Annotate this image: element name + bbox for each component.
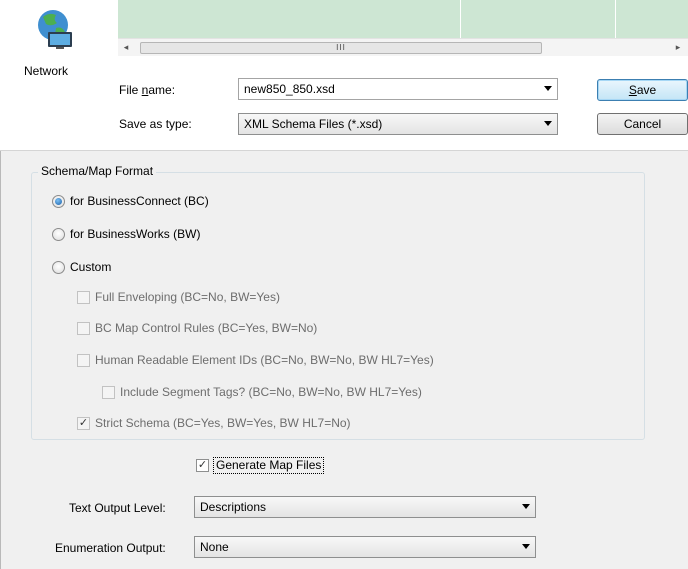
- save-button-label: ave: [636, 83, 657, 97]
- radio-label-businessconnect[interactable]: for BusinessConnect (BC): [70, 194, 209, 208]
- divider: [0, 151, 1, 569]
- network-icon[interactable]: [34, 8, 76, 50]
- checkbox-label-human-readable-ids[interactable]: Human Readable Element IDs (BC=No, BW=No…: [95, 353, 434, 367]
- cancel-button[interactable]: Cancel: [597, 113, 688, 135]
- scroll-right-icon[interactable]: ▸: [670, 39, 686, 56]
- checkbox-label-generate-map-files[interactable]: Generate Map Files: [213, 457, 325, 474]
- scroll-left-icon[interactable]: ◂: [118, 39, 134, 56]
- file-name-label-prefix: File: [119, 83, 142, 97]
- save-button[interactable]: Save: [597, 79, 688, 101]
- divider: [0, 150, 688, 151]
- chevron-down-icon: [522, 504, 530, 509]
- enumeration-output-select[interactable]: None: [194, 536, 536, 558]
- text-output-level-select[interactable]: Descriptions: [194, 496, 536, 518]
- group-title: Schema/Map Format: [38, 164, 157, 178]
- checkbox-generate-map-files[interactable]: ✓: [196, 459, 209, 472]
- horizontal-scrollbar[interactable]: ◂ III ▸: [118, 38, 688, 56]
- radio-businessconnect[interactable]: [52, 195, 65, 208]
- column-separator[interactable]: [460, 0, 461, 38]
- checkbox-full-enveloping[interactable]: [77, 291, 90, 304]
- scroll-thumb[interactable]: III: [140, 42, 542, 54]
- column-separator[interactable]: [615, 0, 616, 38]
- checkbox-include-segment-tags[interactable]: [102, 386, 115, 399]
- chevron-down-icon[interactable]: [544, 86, 552, 91]
- chevron-down-icon: [522, 544, 530, 549]
- save-as-type-value: XML Schema Files (*.xsd): [244, 117, 383, 131]
- radio-custom[interactable]: [52, 261, 65, 274]
- radio-selected-dot: [55, 198, 62, 205]
- checkbox-bc-map-control-rules[interactable]: [77, 322, 90, 335]
- radio-businessworks[interactable]: [52, 228, 65, 241]
- checkbox-label-bc-map-control-rules[interactable]: BC Map Control Rules (BC=Yes, BW=No): [95, 321, 317, 335]
- enumeration-output-value: None: [200, 540, 229, 554]
- navigation-pane: Network: [0, 0, 118, 150]
- file-name-label: File name:: [119, 83, 175, 97]
- checkbox-label-include-segment-tags[interactable]: Include Segment Tags? (BC=No, BW=No, BW …: [120, 385, 422, 399]
- save-as-type-select[interactable]: XML Schema Files (*.xsd): [238, 113, 558, 135]
- checkbox-label-full-enveloping[interactable]: Full Enveloping (BC=No, BW=Yes): [95, 290, 280, 304]
- file-name-label-suffix: ame:: [148, 83, 176, 97]
- save-button-mnemonic: S: [628, 83, 637, 97]
- schema-map-format-group: [31, 172, 645, 440]
- text-output-level-value: Descriptions: [200, 500, 267, 514]
- text-output-level-label: Text Output Level:: [69, 501, 166, 515]
- checkbox-human-readable-ids[interactable]: [77, 354, 90, 367]
- file-name-field[interactable]: new850_850.xsd: [238, 78, 558, 100]
- radio-label-businessworks[interactable]: for BusinessWorks (BW): [70, 227, 200, 241]
- file-list-header: [118, 0, 688, 38]
- file-name-value[interactable]: new850_850.xsd: [244, 82, 335, 96]
- checkbox-label-strict-schema[interactable]: Strict Schema (BC=Yes, BW=Yes, BW HL7=No…: [95, 416, 351, 430]
- enumeration-output-label: Enumeration Output:: [55, 541, 166, 555]
- chevron-down-icon: [544, 121, 552, 126]
- save-as-type-label: Save as type:: [119, 117, 192, 131]
- radio-label-custom[interactable]: Custom: [70, 260, 111, 274]
- network-label[interactable]: Network: [24, 64, 68, 78]
- checkbox-strict-schema[interactable]: ✓: [77, 417, 90, 430]
